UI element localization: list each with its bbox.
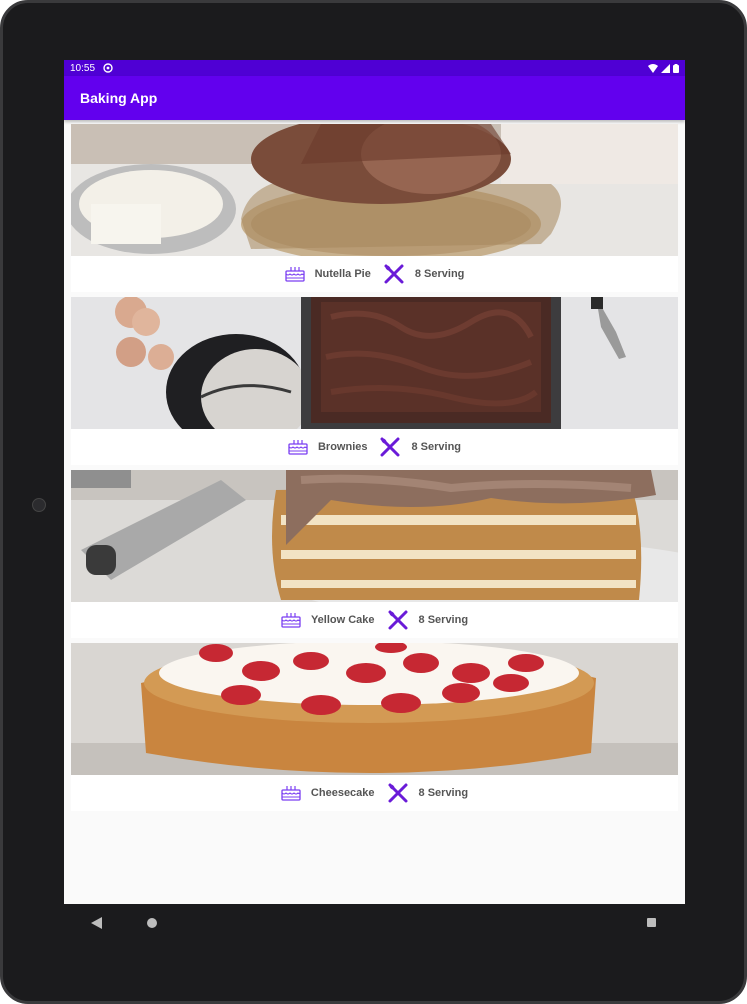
app-bar: Baking App — [64, 76, 685, 120]
signal-icon — [661, 63, 670, 73]
recipe-caption: Brownies 8 Serving — [71, 429, 678, 465]
cake-icon — [288, 440, 308, 455]
recipe-servings: 8 Serving — [414, 268, 465, 280]
recipe-caption: Yellow Cake 8 Serving — [71, 602, 678, 638]
recipe-photo — [71, 124, 678, 256]
screen: 10:55 Baking App Nutella Pie 8 Serving B… — [64, 60, 685, 904]
cutlery-icon — [388, 610, 408, 630]
recipe-photo — [71, 470, 678, 602]
recipe-name: Yellow Cake — [310, 614, 375, 626]
sync-icon — [103, 63, 113, 73]
recipe-servings: 8 Serving — [418, 787, 469, 799]
cake-icon — [284, 267, 305, 282]
cutlery-icon — [380, 437, 400, 457]
recipe-name: Brownies — [317, 441, 368, 453]
recipe-name: Nutella Pie — [314, 268, 371, 280]
cake-icon — [281, 786, 301, 801]
recents-icon[interactable] — [647, 918, 656, 927]
app-title: Baking App — [80, 90, 158, 106]
cutlery-icon — [384, 264, 404, 284]
recipe-caption: Nutella Pie 8 Serving — [71, 256, 678, 292]
status-bar: 10:55 — [64, 60, 685, 76]
recipe-name: Cheesecake — [310, 787, 375, 799]
recipe-photo — [71, 297, 678, 429]
recipe-card-brownies[interactable]: Brownies 8 Serving — [71, 297, 678, 465]
battery-icon — [673, 63, 679, 73]
recipe-photo — [71, 643, 678, 775]
status-time: 10:55 — [70, 62, 96, 74]
recipe-card-yellow-cake[interactable]: Yellow Cake 8 Serving — [71, 470, 678, 638]
cutlery-icon — [388, 783, 408, 803]
recipe-servings: 8 Serving — [418, 614, 469, 626]
front-camera — [32, 498, 46, 512]
recipe-list[interactable]: Nutella Pie 8 Serving Brownies 8 Serving… — [64, 120, 685, 811]
wifi-icon — [648, 63, 658, 73]
recipe-card-cheesecake[interactable]: Cheesecake 8 Serving — [71, 643, 678, 811]
back-icon[interactable] — [91, 917, 102, 929]
home-icon[interactable] — [147, 918, 157, 928]
recipe-card-nutella-pie[interactable]: Nutella Pie 8 Serving — [71, 124, 678, 292]
recipe-servings: 8 Serving — [411, 441, 462, 453]
navigation-bar — [64, 904, 685, 942]
recipe-caption: Cheesecake 8 Serving — [71, 775, 678, 811]
cake-icon — [281, 613, 301, 628]
